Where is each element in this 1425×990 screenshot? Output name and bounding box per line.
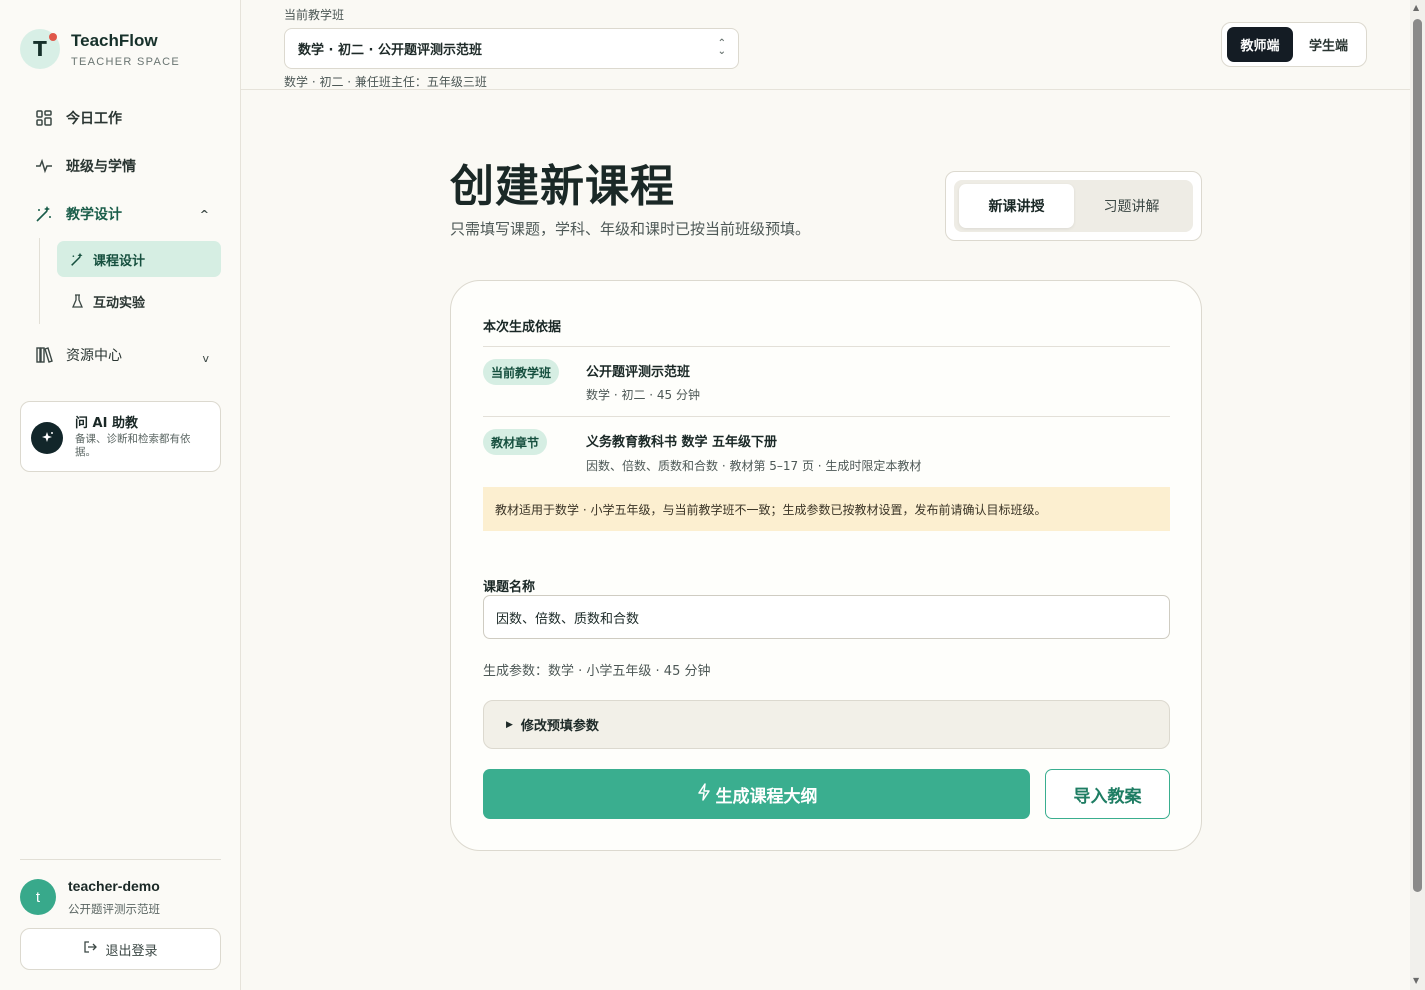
avatar[interactable]: t (20, 879, 56, 915)
import-lesson-plan-button[interactable]: 导入教案 (1045, 769, 1170, 819)
sidebar-item-label: 资源中心 (66, 348, 122, 364)
divider (20, 859, 221, 860)
role-switch: 教师端 学生端 (1221, 22, 1367, 67)
topbar: 当前教学班 数学 · 初二 · 公开题评测示范班 ⌃ ⌄ 数学 · 初二 · 兼任… (241, 0, 1410, 90)
topic-label: 课题名称 (483, 580, 536, 595)
select-arrows-icon: ⌃ ⌄ (717, 38, 726, 57)
sidebar-item-label: 教学设计 (66, 207, 122, 223)
scroll-down-icon[interactable]: ▼ (1413, 976, 1419, 985)
brand-logo: T (20, 29, 60, 69)
class-tag: 当前教学班 (483, 359, 560, 385)
grid-icon (34, 108, 54, 128)
class-meta: 数学 · 初二 · 兼任班主任：五年级三班 (284, 75, 487, 89)
triangle-right-icon: ▶ (506, 719, 513, 730)
ai-assistant-card[interactable]: 问 AI 助教 备课、诊断和检索都有依据。 (20, 401, 221, 472)
chevron-down-icon: v (202, 352, 209, 365)
generation-params: 生成参数：数学 · 小学五年级 · 45 分钟 (483, 664, 711, 679)
logout-label: 退出登录 (105, 943, 158, 959)
topic-input[interactable] (483, 595, 1170, 639)
pulse-icon (34, 156, 54, 176)
basis-class-name: 公开题评测示范班 (586, 365, 691, 380)
books-icon (34, 345, 54, 365)
class-select[interactable]: 数学 · 初二 · 公开题评测示范班 ⌃ ⌄ (284, 28, 739, 69)
submenu-guide-line (39, 238, 40, 324)
basis-title: 本次生成依据 (483, 320, 562, 335)
flask-icon (69, 293, 85, 309)
divider (483, 416, 1170, 417)
scrollbar[interactable]: ▲ ▼ (1410, 0, 1425, 990)
brand-logo-letter: T (33, 37, 47, 61)
sidebar-item-label: 今日工作 (66, 111, 122, 127)
generate-outline-label: 生成课程大纲 (715, 786, 818, 807)
page-subtitle: 只需填写课题，学科、年级和课时已按当前班级预填。 (450, 220, 811, 238)
divider (483, 346, 1170, 347)
logout-icon (83, 940, 98, 958)
scrollbar-thumb[interactable] (1413, 19, 1422, 892)
role-student-button[interactable]: 学生端 (1294, 27, 1363, 62)
brand-subtitle: TEACHER SPACE (71, 55, 180, 68)
chevron-up-icon: ^ (199, 207, 209, 221)
sparkle-icon (31, 422, 63, 454)
sidebar-subitem-interactive-lab[interactable]: 互动实验 (57, 283, 221, 319)
sidebar-subitem-course-design[interactable]: 课程设计 (57, 241, 221, 277)
basis-class-meta: 数学 · 初二 · 45 分钟 (586, 388, 700, 402)
mode-switch: 新课讲授 习题讲解 (945, 171, 1202, 241)
basis-textbook-name: 义务教育教科书 数学 五年级下册 (586, 435, 778, 450)
sidebar: T TeachFlow TEACHER SPACE 今日工作 班级与学情 教学设… (0, 0, 241, 990)
scroll-up-icon[interactable]: ▲ (1413, 3, 1419, 12)
user-class: 公开题评测示范班 (68, 902, 160, 916)
textbook-tag: 教材章节 (483, 429, 548, 455)
sidebar-item-class-analytics[interactable]: 班级与学情 (20, 147, 221, 185)
role-teacher-button[interactable]: 教师端 (1227, 27, 1293, 62)
ai-assistant-desc: 备课、诊断和检索都有依据。 (75, 433, 191, 458)
sidebar-item-label: 班级与学情 (66, 159, 136, 175)
class-select-label: 当前教学班 (284, 8, 345, 22)
adjust-params-toggle[interactable]: ▶ 修改预填参数 (483, 700, 1170, 749)
tab-new-lesson[interactable]: 新课讲授 (959, 184, 1074, 228)
page-title: 创建新课程 (450, 161, 675, 212)
basis-textbook-meta: 因数、倍数、质数和合数 · 教材第 5–17 页 · 生成时限定本教材 (586, 459, 922, 473)
sidebar-item-resource-center[interactable]: 资源中心 v (20, 336, 221, 374)
brand-name: TeachFlow (71, 30, 158, 50)
magic-wand-icon (69, 252, 85, 267)
sidebar-item-teaching-design[interactable]: 教学设计 ^ (20, 195, 221, 233)
tab-exercise-review[interactable]: 习题讲解 (1075, 184, 1188, 228)
brand-logo-dot (49, 33, 57, 41)
logout-button[interactable]: 退出登录 (20, 928, 221, 970)
lightning-icon (696, 783, 712, 805)
course-form-card: 本次生成依据 当前教学班 公开题评测示范班 数学 · 初二 · 45 分钟 教材… (450, 280, 1202, 851)
sidebar-subitem-label: 课程设计 (93, 253, 146, 269)
adjust-params-label: 修改预填参数 (520, 719, 599, 734)
generate-outline-button[interactable]: 生成课程大纲 (483, 769, 1030, 819)
class-select-value: 数学 · 初二 · 公开题评测示范班 (298, 43, 482, 58)
sidebar-item-today[interactable]: 今日工作 (20, 99, 221, 137)
mismatch-warning: 教材适用于数学 · 小学五年级，与当前教学班不一致；生成参数已按教材设置，发布前… (483, 487, 1170, 531)
magic-wand-icon (34, 204, 54, 224)
brand[interactable]: T TeachFlow TEACHER SPACE (20, 29, 180, 69)
ai-assistant-title: 问 AI 助教 (75, 416, 138, 431)
user-name: teacher-demo (68, 878, 160, 894)
sidebar-subitem-label: 互动实验 (93, 295, 146, 311)
